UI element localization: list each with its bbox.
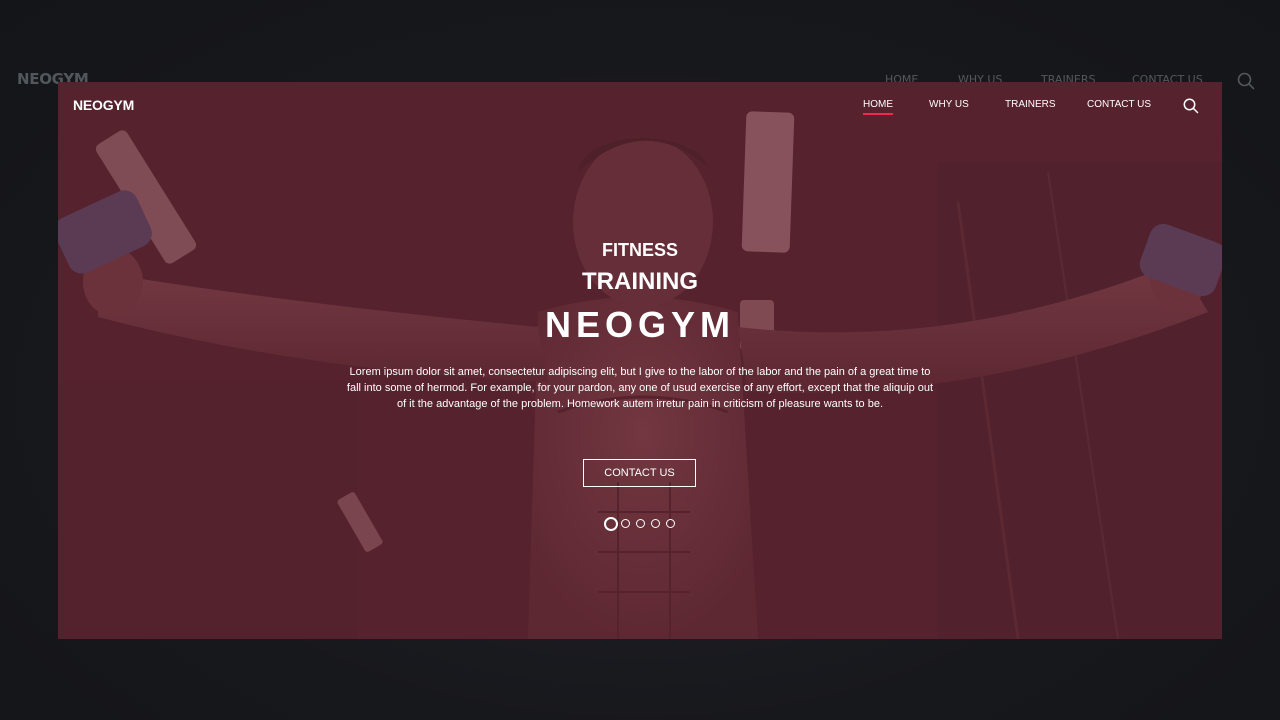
hero-description: Lorem ipsum dolor sit amet, consectetur … [346, 366, 934, 410]
site-logo[interactable]: NEOGYM [73, 97, 134, 113]
nav-contact-us[interactable]: CONTACT US [1087, 99, 1151, 110]
search-icon[interactable] [1183, 98, 1199, 118]
hero-color-overlay [58, 82, 1222, 639]
search-icon [1237, 72, 1255, 94]
carousel-dot-3[interactable] [636, 519, 645, 528]
hero-heading-fitness: FITNESS [601, 240, 678, 260]
hero-heading-brand: NEOGYM [544, 304, 735, 345]
top-navbar: NEOGYM HOME WHY US TRAINERS CONTACT US [58, 82, 1222, 128]
nav-why-us[interactable]: WHY US [929, 99, 969, 110]
contact-us-button[interactable]: CONTACT US [583, 459, 696, 487]
carousel-dot-1[interactable] [604, 517, 618, 531]
carousel-dot-2[interactable] [621, 519, 630, 528]
hero-panel: NEOGYM HOME WHY US TRAINERS CONTACT US F… [58, 82, 1222, 639]
carousel-dot-4[interactable] [651, 519, 660, 528]
nav-trainers[interactable]: TRAINERS [1005, 99, 1056, 110]
carousel-dot-5[interactable] [666, 519, 675, 528]
hero-heading-training: TRAINING [582, 268, 698, 295]
nav-home[interactable]: HOME [863, 99, 893, 115]
